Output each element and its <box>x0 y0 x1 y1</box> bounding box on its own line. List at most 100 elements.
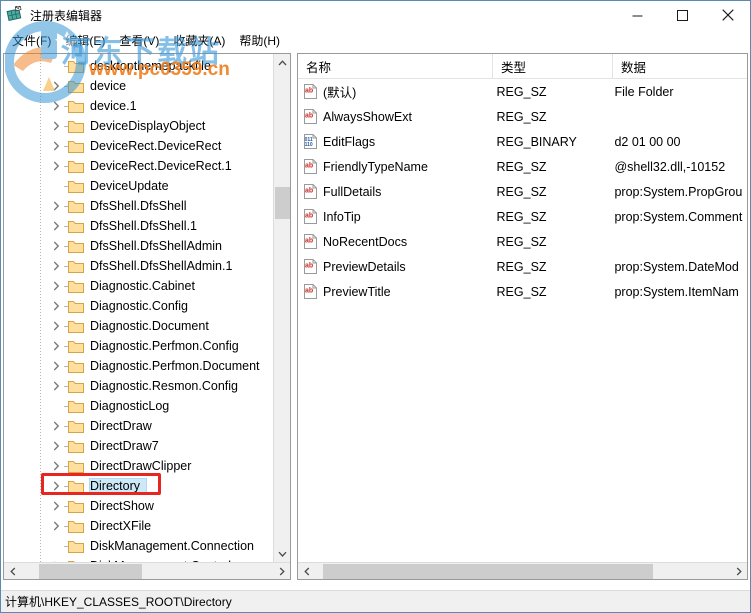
chevron-right-icon[interactable] <box>48 416 64 436</box>
tree-item[interactable]: device.1 <box>4 96 272 116</box>
tree-scroll-down-button[interactable] <box>274 545 290 562</box>
tree-horizontal-scrollbar[interactable] <box>4 562 290 579</box>
tree-item-selected[interactable]: Directory <box>4 476 272 496</box>
registry-values-pane: 名称 类型 数据 ab (默认) REG_SZ File Folder ab Always… <box>297 53 748 580</box>
chevron-right-icon[interactable] <box>48 216 64 236</box>
tree-scroll-right-button[interactable] <box>273 563 290 579</box>
column-header-type[interactable]: 类型 <box>492 54 612 79</box>
tree-item[interactable]: Diagnostic.Document <box>4 316 272 336</box>
tree-item-label: Diagnostic.Config <box>90 299 188 313</box>
tree-item[interactable]: DirectDraw7 <box>4 436 272 456</box>
chevron-right-icon[interactable] <box>48 456 64 476</box>
tree-hscrollbar-thumb[interactable] <box>39 564 142 579</box>
tree-item[interactable]: DirectDrawClipper <box>4 456 272 476</box>
values-scroll-right-button[interactable] <box>730 563 747 579</box>
chevron-right-icon[interactable] <box>48 376 64 396</box>
value-data-cell: prop:System.PropGrou <box>614 184 743 199</box>
chevron-right-icon[interactable] <box>48 116 64 136</box>
column-header-name[interactable]: 名称 <box>298 54 492 79</box>
folder-icon <box>68 240 84 253</box>
chevron-down-icon <box>278 551 287 557</box>
chevron-right-icon[interactable] <box>48 236 64 256</box>
tree-item[interactable]: DeviceRect.DeviceRect <box>4 136 272 156</box>
tree-item[interactable]: DeviceDisplayObject <box>4 116 272 136</box>
tree-item[interactable]: Diagnostic.Config <box>4 296 272 316</box>
value-row[interactable]: ab InfoTip REG_SZ prop:System.Comment <box>298 204 747 229</box>
value-name-cell: ab NoRecentDocs <box>298 234 489 249</box>
value-row[interactable]: ab AlwaysShowExt REG_SZ <box>298 104 747 129</box>
tree-item[interactable]: DirectShow <box>4 496 272 516</box>
chevron-right-icon[interactable] <box>48 516 64 536</box>
tree-item[interactable]: Diagnostic.Perfmon.Document <box>4 356 272 376</box>
maximize-button[interactable] <box>660 1 705 29</box>
menu-file[interactable]: 文件(F) <box>5 30 58 51</box>
tree-scroll-left-button[interactable] <box>4 563 21 579</box>
tree-item[interactable]: DeviceUpdate <box>4 176 272 196</box>
chevron-right-icon[interactable] <box>48 436 64 456</box>
tree-scroll-up-button[interactable] <box>274 54 290 71</box>
tree-item[interactable]: DeviceRect.DeviceRect.1 <box>4 156 272 176</box>
registry-tree[interactable]: desktopthemepackfile device device.1 Device… <box>4 56 272 564</box>
chevron-right-icon[interactable] <box>48 276 64 296</box>
chevron-right-icon[interactable] <box>48 296 64 316</box>
value-name-cell: ab FullDetails <box>298 184 489 199</box>
svg-text:ab: ab <box>305 163 313 170</box>
registry-editor-window: 注册表编辑器 文件(F) 编辑(E) 查看(V) 收藏夹(A) 帮助(H) de… <box>0 0 751 613</box>
close-button[interactable] <box>705 1 750 29</box>
tree-item[interactable]: Diagnostic.Cabinet <box>4 276 272 296</box>
window-title: 注册表编辑器 <box>30 8 103 23</box>
tree-item-label: DfsShell.DfsShell.1 <box>90 219 197 233</box>
chevron-right-icon[interactable] <box>48 336 64 356</box>
tree-item[interactable]: device <box>4 76 272 96</box>
folder-icon <box>68 260 84 273</box>
tree-scrollbar-thumb[interactable] <box>275 187 290 219</box>
folder-icon <box>68 300 84 313</box>
chevron-right-icon[interactable] <box>48 156 64 176</box>
tree-item-label: DeviceRect.DeviceRect <box>90 139 222 153</box>
values-hscrollbar-thumb[interactable] <box>323 564 653 579</box>
folder-icon <box>68 100 84 113</box>
chevron-right-icon[interactable] <box>48 476 64 496</box>
tree-item[interactable]: desktopthemepackfile <box>4 56 272 76</box>
value-row[interactable]: 011 110 EditFlags REG_BINARY d2 01 00 00 <box>298 129 747 154</box>
menu-edit[interactable]: 编辑(E) <box>58 30 112 51</box>
tree-item[interactable]: DfsShell.DfsShellAdmin.1 <box>4 256 272 276</box>
value-row[interactable]: ab FullDetails REG_SZ prop:System.PropGrou <box>298 179 747 204</box>
chevron-right-icon[interactable] <box>48 96 64 116</box>
value-row[interactable]: ab PreviewTitle REG_SZ prop:System.ItemNam <box>298 279 747 304</box>
tree-item[interactable]: DfsShell.DfsShell <box>4 196 272 216</box>
chevron-right-icon[interactable] <box>48 316 64 336</box>
value-row[interactable]: ab (默认) REG_SZ File Folder <box>298 79 747 104</box>
tree-item[interactable]: DirectDraw <box>4 416 272 436</box>
chevron-right-icon[interactable] <box>48 76 64 96</box>
tree-vertical-scrollbar[interactable] <box>273 54 290 562</box>
value-row[interactable]: ab NoRecentDocs REG_SZ <box>298 229 747 254</box>
string-value-icon: ab <box>303 159 318 174</box>
chevron-right-icon <box>279 567 285 576</box>
chevron-right-icon[interactable] <box>48 136 64 156</box>
tree-item-label: Diagnostic.Perfmon.Config <box>90 339 239 353</box>
menu-favorites[interactable]: 收藏夹(A) <box>166 30 232 51</box>
menu-help[interactable]: 帮助(H) <box>232 30 287 51</box>
tree-item[interactable]: DfsShell.DfsShellAdmin <box>4 236 272 256</box>
tree-item-label: Diagnostic.Perfmon.Document <box>90 359 260 373</box>
values-scroll-left-button[interactable] <box>298 563 315 579</box>
tree-item[interactable]: DirectXFile <box>4 516 272 536</box>
tree-item[interactable]: Diagnostic.Perfmon.Config <box>4 336 272 356</box>
chevron-right-icon[interactable] <box>48 496 64 516</box>
tree-item[interactable]: DfsShell.DfsShell.1 <box>4 216 272 236</box>
registry-values-list[interactable]: ab (默认) REG_SZ File Folder ab AlwaysShowExt RE… <box>298 79 747 304</box>
chevron-right-icon[interactable] <box>48 196 64 216</box>
string-value-icon: ab <box>303 234 318 249</box>
menu-view[interactable]: 查看(V) <box>112 30 166 51</box>
column-header-data[interactable]: 数据 <box>612 54 747 79</box>
tree-item[interactable]: DiagnosticLog <box>4 396 272 416</box>
value-row[interactable]: ab FriendlyTypeName REG_SZ @shell32.dll,-10… <box>298 154 747 179</box>
tree-item[interactable]: Diagnostic.Resmon.Config <box>4 376 272 396</box>
value-row[interactable]: ab PreviewDetails REG_SZ prop:System.DateMo… <box>298 254 747 279</box>
chevron-right-icon[interactable] <box>48 356 64 376</box>
chevron-right-icon[interactable] <box>48 256 64 276</box>
values-horizontal-scrollbar[interactable] <box>298 562 747 579</box>
minimize-button[interactable] <box>615 1 660 29</box>
tree-item[interactable]: DiskManagement.Connection <box>4 536 272 556</box>
